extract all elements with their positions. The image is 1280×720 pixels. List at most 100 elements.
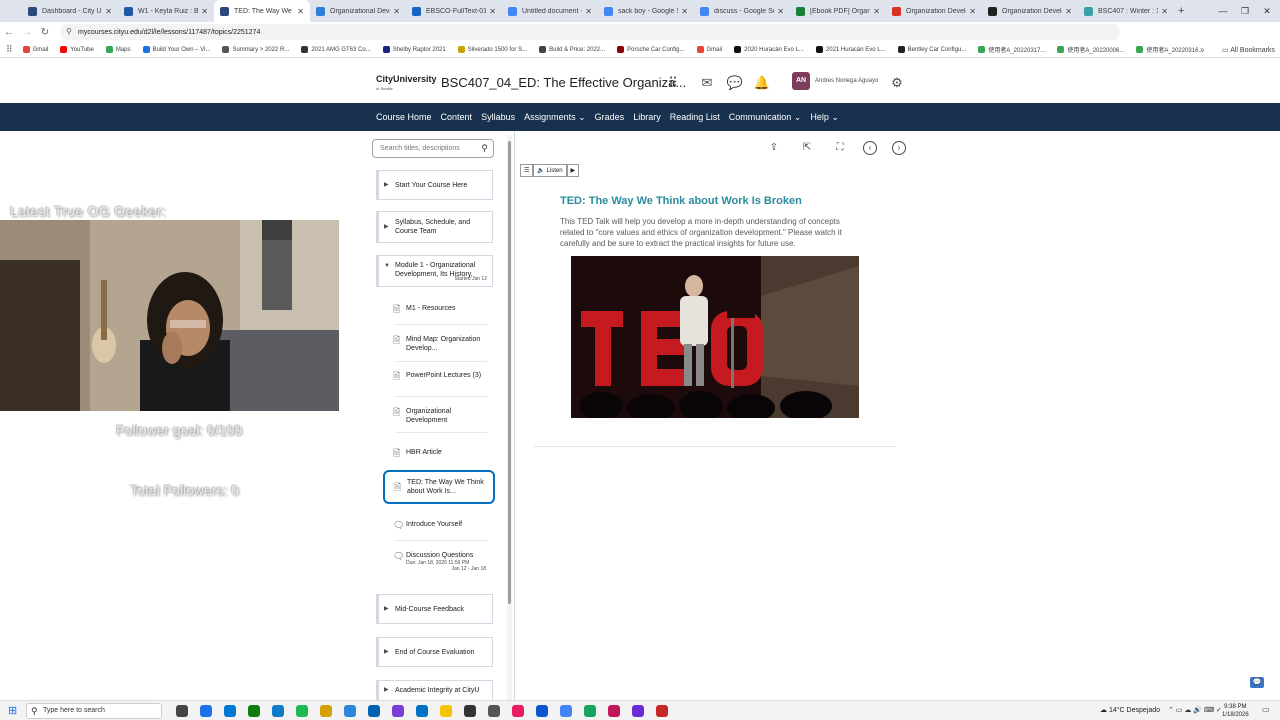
bookmark-item[interactable]: Build & Price: 2022...	[539, 46, 605, 53]
taskbar-app-icon[interactable]	[536, 705, 548, 717]
close-window-icon[interactable]: ✕	[1252, 0, 1280, 22]
notifications-icon[interactable]: 🔔	[753, 74, 771, 92]
browser-tab[interactable]: Dashboard - City Univ✕	[22, 0, 118, 22]
course-title[interactable]: BSC407_04_ED: The Effective Organiza...	[441, 75, 686, 90]
module-academic-integrity[interactable]: ▶ Academic Integrity at CityU	[376, 680, 493, 700]
tab-close-icon[interactable]: ✕	[393, 7, 400, 16]
browser-tab[interactable]: sack boy - Google Sea✕	[598, 0, 694, 22]
settings-gear-icon[interactable]: ⚙	[888, 74, 906, 92]
topic-powerpoint[interactable]: 🗎 PowerPoint Lectures (3)	[389, 371, 486, 381]
module-end-course-evaluation[interactable]: ▶ End of Course Evaluation	[376, 637, 493, 667]
tab-close-icon[interactable]: ✕	[201, 7, 208, 16]
tab-close-icon[interactable]: ✕	[1161, 7, 1168, 16]
notification-center-icon[interactable]: ▭	[1262, 705, 1270, 714]
expand-caret-icon[interactable]: ▶	[384, 686, 389, 695]
download-icon[interactable]: ⇪	[767, 141, 781, 155]
taskbar-app-icon[interactable]	[488, 705, 500, 717]
taskbar-app-icon[interactable]	[608, 705, 620, 717]
tab-close-icon[interactable]: ✕	[297, 7, 304, 16]
taskbar-app-icon[interactable]	[344, 705, 356, 717]
browser-tab[interactable]: EBSCO-FullText-01_18✕	[406, 0, 502, 22]
email-icon[interactable]: ✉	[698, 74, 716, 92]
topic-m1-resources[interactable]: 🗎 M1 - Resources	[389, 304, 486, 314]
taskbar-app-icon[interactable]	[464, 705, 476, 717]
expand-caret-icon[interactable]: ▶	[384, 223, 389, 232]
tab-close-icon[interactable]: ✕	[969, 7, 976, 16]
nav-item[interactable]: Reading List	[670, 112, 720, 122]
bookmark-item[interactable]: 使用者A_20220316...	[1136, 45, 1203, 54]
nav-item[interactable]: Assignments ⌄	[524, 112, 586, 123]
taskbar-app-icon[interactable]	[584, 705, 596, 717]
play-icon[interactable]: ▶	[566, 164, 580, 177]
tab-close-icon[interactable]: ✕	[1065, 7, 1072, 16]
previous-topic-icon[interactable]: ‹	[863, 141, 877, 155]
expand-caret-icon[interactable]: ▶	[384, 605, 389, 614]
topic-org-development[interactable]: 🗎 Organizational Development	[389, 407, 486, 425]
module-syllabus[interactable]: ▶ Syllabus, Schedule, and Course Team	[376, 211, 493, 243]
bookmark-item[interactable]: 2021 Huracán Evo L...	[815, 46, 886, 53]
forward-icon[interactable]: →	[18, 27, 36, 38]
taskbar-app-icon[interactable]	[272, 705, 284, 717]
ted-video-player[interactable]	[571, 256, 859, 418]
nav-item[interactable]: Help ⌄	[810, 112, 839, 123]
site-info-icon[interactable]: ⚲	[66, 27, 72, 36]
expand-caret-icon[interactable]: ▶	[384, 648, 389, 657]
taskbar-app-icon[interactable]	[656, 705, 668, 717]
browser-tab[interactable]: Organizational Develo✕	[310, 0, 406, 22]
tab-close-icon[interactable]: ✕	[681, 7, 688, 16]
bookmark-item[interactable]: Gmail	[696, 46, 722, 53]
bookmark-item[interactable]: Silverado 1500 for S...	[457, 46, 527, 53]
nav-item[interactable]: Grades	[595, 112, 625, 122]
bookmark-item[interactable]: YouTube	[60, 46, 94, 53]
taskbar-app-icon[interactable]	[632, 705, 644, 717]
listen-button[interactable]: 🔈 Listen	[533, 164, 567, 177]
bookmark-item[interactable]: Shelby Raptor 2021	[382, 46, 446, 53]
browser-tab[interactable]: TED: The Way We ✕	[214, 0, 310, 22]
next-topic-icon[interactable]: ›	[892, 141, 906, 155]
tab-close-icon[interactable]: ✕	[489, 7, 496, 16]
bookmark-item[interactable]: Porsche Car Config...	[617, 46, 685, 53]
user-name[interactable]: Andres Noriega Aguayo	[815, 78, 878, 84]
browser-tab[interactable]: [Ebook PDF] Organizat✕	[790, 0, 886, 22]
bookmark-item[interactable]: 使用者A_20220006...	[1057, 45, 1124, 54]
taskbar-app-icon[interactable]	[296, 705, 308, 717]
taskbar-app-icon[interactable]	[512, 705, 524, 717]
browser-tab[interactable]: W1 - Keyla Ruiz : BSC✕	[118, 0, 214, 22]
all-bookmarks[interactable]: ▭ All Bookmarks	[1222, 46, 1275, 54]
browser-tab[interactable]: Organization Develop✕	[982, 0, 1078, 22]
taskbar-app-icon[interactable]	[248, 705, 260, 717]
weather-widget[interactable]: ☁ 14°C Despejado	[1100, 706, 1160, 714]
course-selector-icon[interactable]: ⠿	[664, 74, 682, 92]
browser-tab[interactable]: BSC407 : Winter : 126✕	[1078, 0, 1174, 22]
topic-hbr-article[interactable]: 🗎 HBR Article	[389, 448, 486, 458]
more-bookmarks-icon[interactable]: »	[1200, 45, 1204, 54]
nav-item[interactable]: Library	[633, 112, 661, 122]
taskbar-clock[interactable]: 9:38 PM 1/18/2026	[1222, 703, 1249, 719]
bookmark-item[interactable]: Summary > 2022 R...	[222, 46, 289, 53]
tab-close-icon[interactable]: ✕	[777, 7, 784, 16]
chat-widget-icon[interactable]: 💬	[1250, 677, 1264, 688]
browser-tab[interactable]: Untitled document - G✕	[502, 0, 598, 22]
collapse-caret-icon[interactable]: ▼	[384, 262, 390, 271]
search-input[interactable]: Search titles, descriptions ⚲	[372, 139, 494, 158]
bookmark-item[interactable]: Bentley Car Configu...	[897, 46, 966, 53]
topic-discussion-questions[interactable]: 🗨 Discussion Questions Due: Jan 18, 2026…	[389, 551, 486, 573]
taskbar-app-icon[interactable]	[320, 705, 332, 717]
topic-ted-talk-active[interactable]: 🗎 TED: The Way We Think about Work Is...	[383, 470, 495, 504]
taskbar-app-icon[interactable]	[368, 705, 380, 717]
topic-introduce-yourself[interactable]: 🗨 Introduce Yourself	[389, 520, 486, 530]
taskbar-app-icon[interactable]	[416, 705, 428, 717]
bookmark-item[interactable]: 2020 Huracán Evo L...	[734, 46, 804, 53]
tab-close-icon[interactable]: ✕	[873, 7, 880, 16]
nav-item[interactable]: Communication ⌄	[729, 112, 802, 123]
open-new-window-icon[interactable]: ⇱	[800, 141, 814, 155]
expand-caret-icon[interactable]: ▶	[384, 181, 389, 190]
cityu-logo[interactable]: CityUniversity of Seattle	[376, 75, 437, 93]
module-mid-course-feedback[interactable]: ▶ Mid-Course Feedback	[376, 594, 493, 624]
taskbar-app-icon[interactable]	[440, 705, 452, 717]
taskbar-app-icon[interactable]	[392, 705, 404, 717]
new-tab-button[interactable]: +	[1178, 5, 1184, 17]
back-icon[interactable]: ←	[0, 27, 18, 38]
url-input[interactable]: ⚲ mycourses.cityu.edu/d2l/le/lessons/117…	[60, 24, 1120, 40]
bookmark-item[interactable]: Maps	[105, 46, 131, 53]
